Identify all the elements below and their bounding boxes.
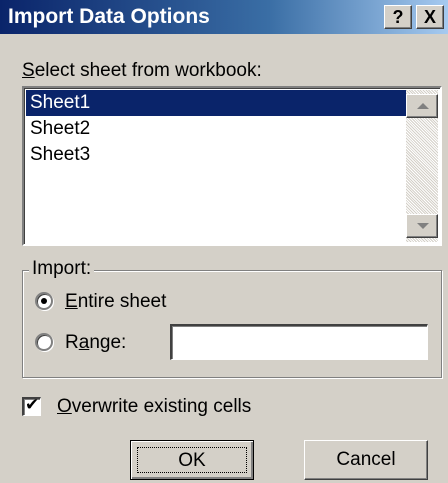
- overwrite-accel: O: [57, 396, 72, 417]
- overwrite-checkbox[interactable]: ✔: [22, 395, 41, 416]
- sheet-listbox[interactable]: Sheet1 Sheet2 Sheet3: [22, 86, 442, 246]
- sheet-label-accel: S: [22, 60, 35, 81]
- radio-checked-icon[interactable]: [35, 292, 53, 310]
- arrow-up-icon: [417, 103, 429, 109]
- scroll-down-button[interactable]: [406, 214, 438, 238]
- range-input[interactable]: [170, 324, 428, 360]
- title-bar[interactable]: Import Data Options ? X: [0, 0, 448, 34]
- import-group-legend: Import:: [29, 258, 95, 280]
- import-groupbox: Import: Entire sheet Range:: [22, 258, 442, 378]
- dialog-title: Import Data Options: [8, 5, 210, 28]
- entire-sheet-label: Entire sheet: [65, 289, 166, 315]
- range-label-rest: nge:: [89, 332, 127, 353]
- close-button[interactable]: X: [416, 5, 444, 29]
- scroll-up-button[interactable]: [406, 94, 438, 118]
- radio-dot-icon: [41, 298, 47, 304]
- sheet-label-rest: elect sheet from workbook:: [34, 60, 262, 81]
- list-item-sheet3[interactable]: Sheet3: [26, 142, 406, 168]
- range-accel: a: [78, 332, 90, 353]
- list-item-sheet2[interactable]: Sheet2: [26, 116, 406, 142]
- ok-button[interactable]: OK: [130, 440, 254, 480]
- range-label-start: R: [65, 332, 79, 353]
- overwrite-rest: verwrite existing cells: [71, 396, 252, 417]
- cancel-button[interactable]: Cancel: [304, 440, 428, 480]
- overwrite-label: Overwrite existing cells: [57, 394, 251, 420]
- list-item-sheet1[interactable]: Sheet1: [26, 90, 406, 116]
- checkmark-icon: ✔: [25, 395, 40, 415]
- help-button[interactable]: ?: [384, 5, 412, 29]
- range-label: Range:: [65, 330, 126, 356]
- entire-sheet-rest: ntire sheet: [77, 291, 167, 312]
- ok-button-label: OK: [137, 447, 247, 473]
- entire-sheet-accel: E: [65, 291, 78, 312]
- list-scrollbar[interactable]: [406, 90, 438, 242]
- import-data-options-dialog: Import Data Options ? X Select sheet fro…: [0, 0, 448, 483]
- arrow-down-icon: [417, 223, 429, 229]
- radio-unchecked-icon[interactable]: [35, 333, 53, 351]
- sheet-select-label: Select sheet from workbook:: [22, 60, 262, 82]
